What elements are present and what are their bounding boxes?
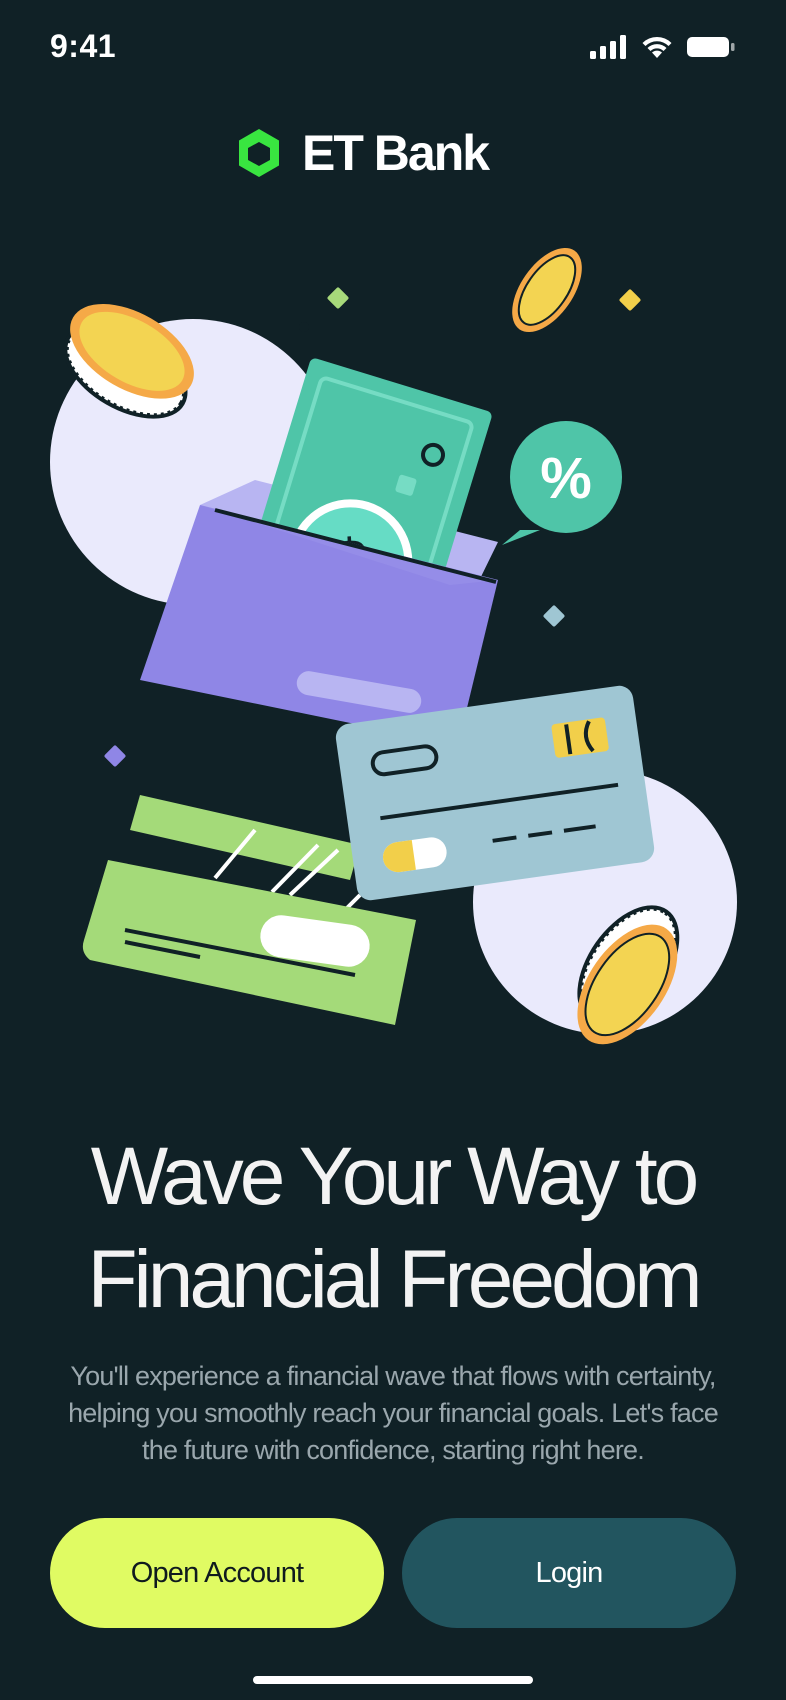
headline-line-1: Wave Your Way to	[90, 1131, 699, 1222]
wifi-icon	[642, 36, 672, 58]
open-account-button[interactable]: Open Account	[50, 1518, 384, 1628]
sparkle-blue	[543, 605, 565, 627]
battery-icon	[687, 37, 735, 57]
headline: Wave Your Way to Financial Freedom	[40, 1125, 746, 1331]
status-bar: 9:41	[0, 0, 786, 96]
percent-bubble-icon: %	[502, 421, 622, 545]
cellular-signal-icon	[590, 35, 626, 59]
description-line-2: helping you smoothly reach your financia…	[68, 1398, 719, 1428]
dot	[299, 322, 309, 332]
action-buttons: Open Account Login	[50, 1518, 736, 1628]
description-line-3: the future with confidence, starting rig…	[142, 1435, 645, 1465]
headline-line-2: Financial Freedom	[87, 1234, 702, 1325]
status-icons	[590, 34, 736, 60]
hero-illustration: % $	[50, 247, 737, 1045]
coin-top-right-icon	[512, 247, 582, 333]
sparkle-purple	[104, 745, 126, 767]
sparkle-yellow	[619, 289, 641, 311]
home-indicator[interactable]	[253, 1676, 533, 1684]
sparkle-green	[327, 287, 349, 309]
percent-symbol: %	[540, 446, 592, 511]
brand-header: ET Bank	[236, 124, 490, 182]
status-time: 9:41	[50, 28, 117, 64]
description: You'll experience a financial wave that …	[40, 1358, 746, 1469]
login-button[interactable]: Login	[402, 1518, 736, 1628]
description-line-1: You'll experience a financial wave that …	[70, 1361, 716, 1391]
hexagon-logo-icon	[239, 129, 279, 177]
brand-name: ET Bank	[302, 125, 490, 181]
